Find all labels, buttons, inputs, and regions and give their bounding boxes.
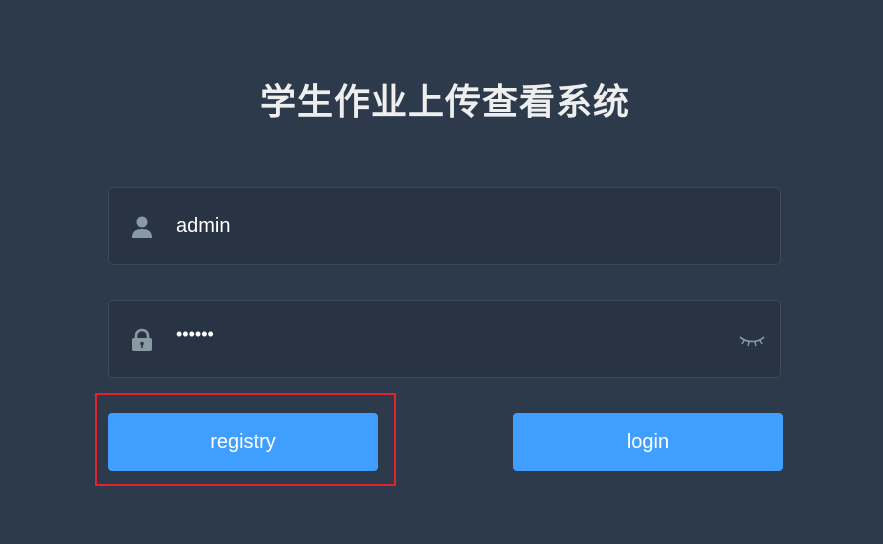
password-input[interactable]: •••••• [176, 297, 716, 373]
lock-icon [131, 328, 153, 352]
username-field[interactable] [108, 187, 781, 265]
registry-button[interactable]: registry [108, 413, 378, 471]
login-page: 学生作业上传查看系统 •••••• [0, 0, 883, 544]
password-field[interactable]: •••••• [108, 300, 781, 378]
user-icon [131, 215, 153, 239]
login-button[interactable]: login [513, 413, 783, 471]
page-title: 学生作业上传查看系统 [259, 82, 630, 123]
eye-closed-icon[interactable] [738, 331, 766, 349]
username-input[interactable] [176, 188, 716, 264]
